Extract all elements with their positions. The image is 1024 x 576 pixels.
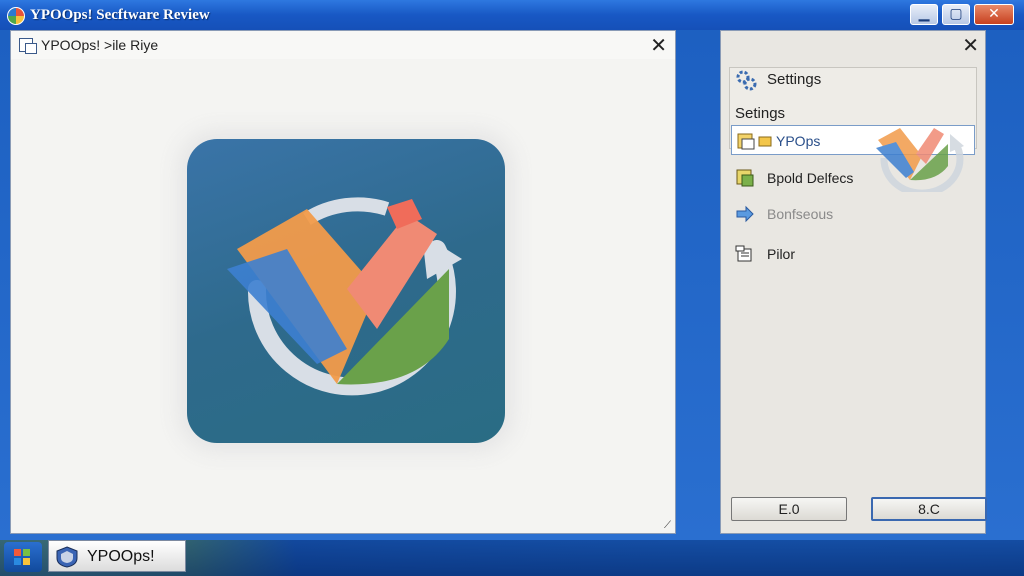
- settings-item-label: Bpold Delfecs: [767, 170, 854, 186]
- corner-app-logo-icon: [876, 128, 964, 192]
- settings-gear-icon: [736, 70, 757, 91]
- shield-app-icon: [56, 546, 78, 568]
- settings-item-pilor[interactable]: Pilor: [731, 239, 975, 269]
- taskbar: YPOOps!: [0, 540, 1024, 576]
- small-folder-icon: [758, 136, 772, 147]
- app-logo-graphic: [227, 197, 462, 396]
- taskbar-item-label: YPOOps!: [87, 548, 155, 565]
- document-pane: YPOOps! >ile Riye ✕ ⟋: [10, 30, 676, 534]
- settings-subtitle: Setings: [735, 105, 786, 122]
- settings-left-button[interactable]: E.0: [731, 497, 847, 521]
- app-logo-tile: [187, 139, 505, 443]
- settings-pane: ✕ Settings Setings YPOps Bpold Delfecs B…: [720, 30, 987, 534]
- document-header: YPOOps! >ile Riye ✕: [11, 31, 675, 59]
- settings-item-label: YPOps: [776, 133, 821, 149]
- settings-item-label: Pilor: [767, 246, 796, 262]
- maximize-button[interactable]: ▢: [942, 4, 970, 25]
- document-title: YPOOps! >ile Riye: [41, 37, 159, 53]
- settings-right-button[interactable]: 8.C: [871, 497, 987, 521]
- minimize-button[interactable]: ▁: [910, 4, 938, 25]
- app-logo-icon: [7, 7, 25, 25]
- settings-title: Settings: [767, 71, 822, 88]
- main-window: YPOOps! Secftware Review ▁ ▢ ✕ YPOOps! >…: [0, 0, 1024, 540]
- windows-icon: [19, 38, 37, 54]
- folder-gear-icon: [736, 169, 754, 187]
- windows-logo-icon: [14, 549, 30, 565]
- document-close-icon[interactable]: ✕: [650, 33, 667, 57]
- arrow-right-icon: [736, 205, 754, 223]
- settings-close-icon[interactable]: ✕: [962, 33, 979, 57]
- folder-app-icon: [737, 133, 755, 150]
- printer-doc-icon: [735, 245, 752, 262]
- settings-item-bonfseous[interactable]: Bonfseous: [731, 199, 975, 229]
- close-button[interactable]: ✕: [974, 4, 1014, 25]
- taskbar-item-ypoops[interactable]: YPOOps!: [48, 540, 186, 572]
- resize-grip-icon[interactable]: ⟋: [664, 520, 671, 531]
- settings-item-label: Bonfseous: [767, 206, 834, 222]
- window-title: YPOOps! Secftware Review: [30, 7, 210, 23]
- title-bar[interactable]: YPOOps! Secftware Review ▁ ▢ ✕: [0, 0, 1024, 30]
- start-button[interactable]: [4, 542, 42, 572]
